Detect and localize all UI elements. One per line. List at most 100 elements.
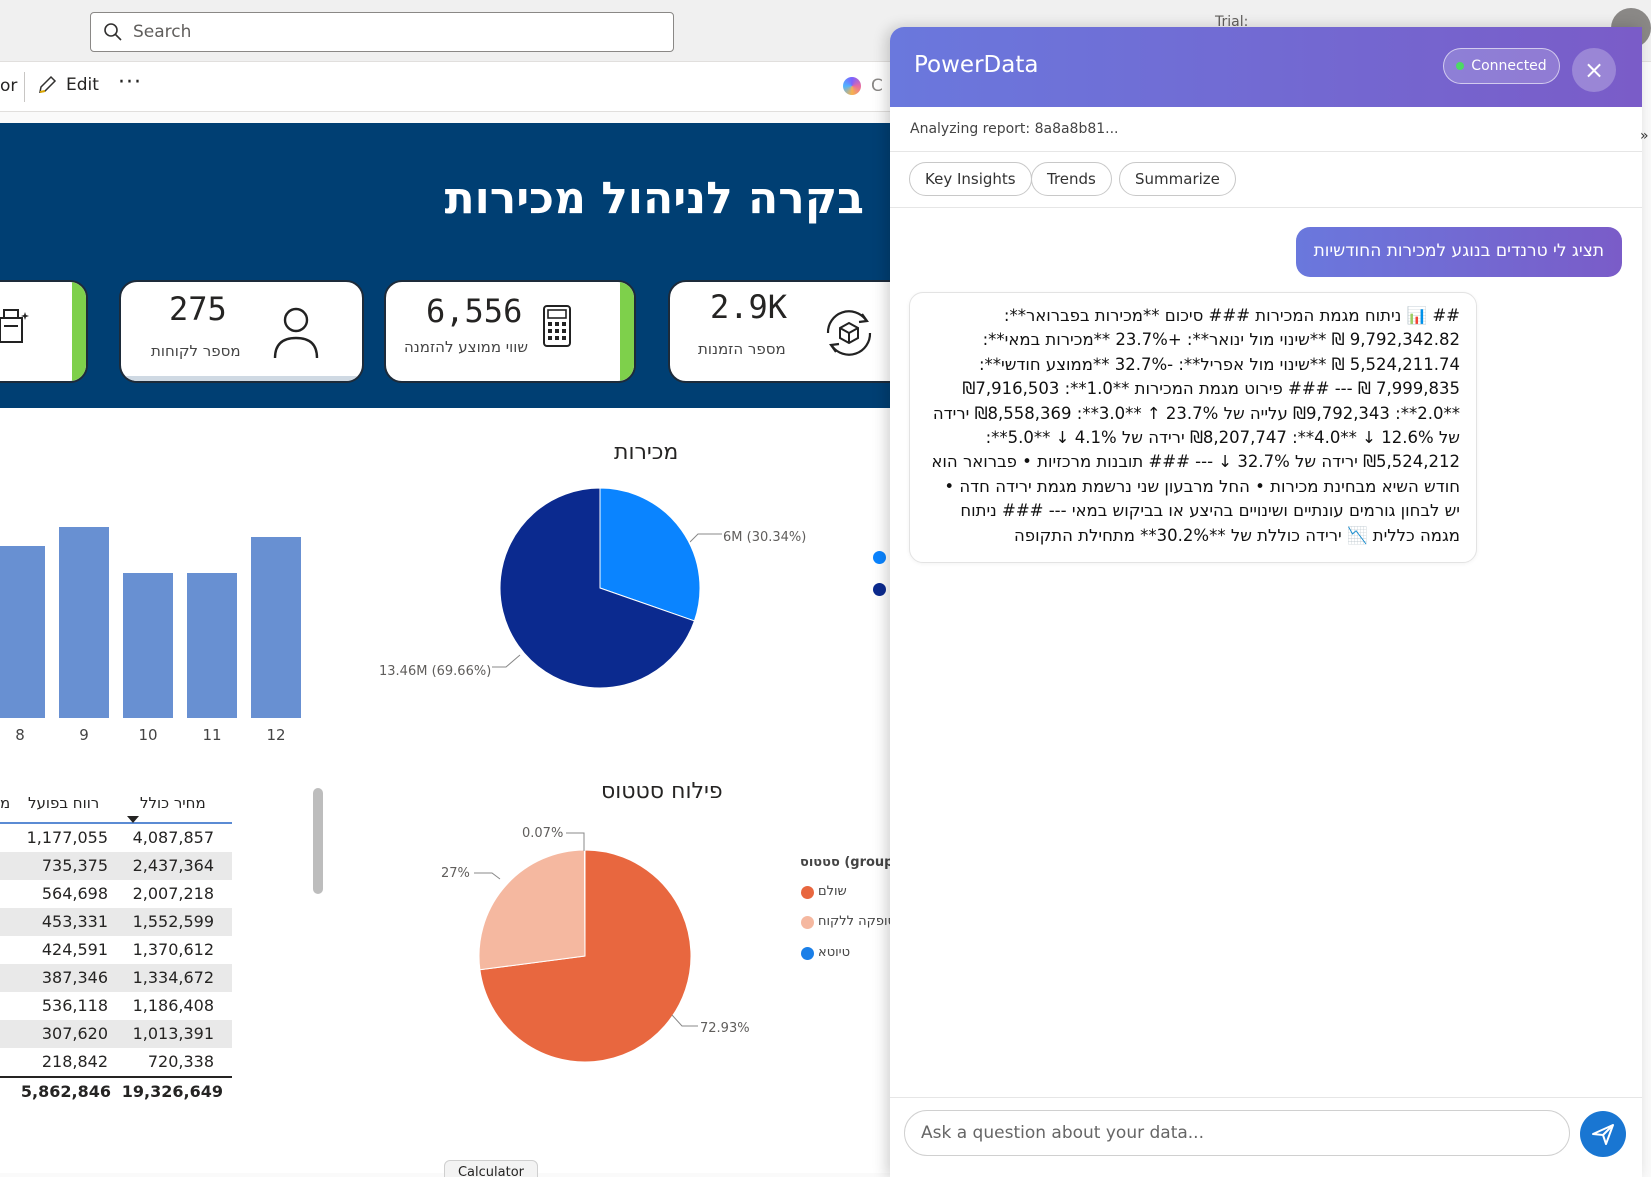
data-table: מ רווח בפועל מחיר כולל 1,177,055 4,087,85… [0, 788, 232, 1108]
table-body: 1,177,055 4,087,857 735,375 2,437,364 564,69… [0, 824, 232, 1108]
kpi-card-customers[interactable]: 275 מספר לקוחות [119, 280, 364, 383]
leader-line [492, 654, 521, 668]
truncated-menu-item[interactable]: or [0, 76, 17, 96]
bar-axis-label: 11 [202, 726, 222, 744]
bar-axis-label: 8 [15, 726, 25, 744]
status-slice-label-2: 27% [441, 866, 470, 881]
pencil-icon [39, 75, 57, 93]
total-price: 19,326,649 [121, 1082, 223, 1101]
column-header-total-price[interactable]: מחיר כולל [140, 794, 206, 812]
assistant-message: ## 📊 ניתוח מגמת המכירות ### סיכום **מכיר… [909, 292, 1477, 564]
calculator-icon [543, 305, 571, 347]
status-slice-label-3: 0.07% [522, 826, 564, 841]
bar-month-9[interactable] [59, 526, 109, 718]
report-toolbar: or Edit ··· C [0, 62, 900, 112]
search-box[interactable]: Search [90, 12, 674, 52]
person-icon [273, 307, 319, 359]
table-row[interactable]: 564,698 2,007,218 [0, 880, 232, 908]
search-placeholder: Search [133, 22, 192, 42]
legend-label-delivered[interactable]: סופקה ללקוח [818, 914, 890, 929]
table-row[interactable]: 453,331 1,552,599 [0, 908, 232, 936]
edit-button[interactable]: Edit [36, 74, 99, 96]
panel-header: PowerData Connected × [890, 27, 1642, 107]
report-title: בקרה לניהול מכירות [444, 173, 864, 224]
table-row[interactable]: 218,842 720,338 [0, 1048, 232, 1076]
legend-dot-paid[interactable] [801, 886, 814, 899]
chip-summarize[interactable]: Summarize [1119, 162, 1236, 196]
table-row[interactable]: 536,118 1,186,408 [0, 992, 232, 1020]
bar-month-8[interactable] [0, 545, 45, 718]
sort-descending-icon[interactable] [127, 816, 139, 823]
edit-label: Edit [66, 75, 99, 95]
bar-month-12[interactable] [251, 537, 301, 718]
column-header-partial[interactable]: מ [0, 794, 10, 812]
sales-slice-label-1: 6M (30.34%) [723, 530, 807, 545]
status-slice-label-1: 72.93% [700, 1021, 750, 1036]
chat-input[interactable]: Ask a question about your data... [904, 1110, 1570, 1156]
powerdata-panel: PowerData Connected × Analyzing report: … [890, 27, 1642, 1177]
search-icon [104, 23, 122, 41]
copilot-button[interactable]: C [843, 76, 883, 96]
status-pie-chart[interactable] [472, 843, 698, 1069]
chip-key-insights[interactable]: Key Insights [909, 162, 1032, 196]
bar-month-11[interactable] [187, 573, 237, 718]
send-icon [1592, 1124, 1614, 1145]
sales-slice-label-2: 13.46M (69.66%) [379, 664, 492, 679]
table-row[interactable]: 387,346 1,334,672 [0, 964, 232, 992]
cell-actual-profit: 218,842 [41, 1052, 108, 1071]
cell-actual-profit: 735,375 [41, 856, 108, 875]
column-header-actual-profit[interactable]: רווח בפועל [28, 794, 99, 812]
table-row[interactable]: 735,375 2,437,364 [0, 852, 232, 880]
chevron-right-icon[interactable]: » [1640, 128, 1649, 144]
cell-total-price: 1,370,612 [132, 940, 214, 959]
cell-actual-profit: 307,620 [41, 1024, 108, 1043]
copilot-icon [843, 77, 861, 95]
legend-dot-draft[interactable] [801, 947, 814, 960]
sales-chart-title: מכירות [614, 440, 679, 465]
quick-actions: Key Insights Trends Summarize [890, 152, 1642, 208]
cell-total-price: 2,007,218 [132, 884, 214, 903]
kpi-card-partial[interactable] [0, 280, 88, 383]
kpi-underline [121, 376, 362, 381]
kpi-card-avg-order[interactable]: 6,556 שווי ממוצע להזמנה [384, 280, 636, 383]
chip-trends[interactable]: Trends [1031, 162, 1112, 196]
leader-line [474, 872, 501, 880]
table-row[interactable]: 424,591 1,370,612 [0, 936, 232, 964]
report-canvas: בקרה לניהול מכירות 275 מספר לקוחות 6,556 [0, 123, 890, 1173]
legend-label-paid[interactable]: שולם [818, 884, 847, 899]
cell-actual-profit: 564,698 [41, 884, 108, 903]
table-scrollbar[interactable] [313, 788, 323, 894]
sales-pie-chart[interactable] [480, 468, 720, 708]
connection-status-badge: Connected [1443, 48, 1560, 84]
bar-axis-label: 10 [138, 726, 158, 744]
sales-legend-dot-2[interactable] [873, 583, 886, 596]
legend-dot-delivered[interactable] [801, 916, 814, 929]
bar-axis-label: 9 [79, 726, 89, 744]
panel-title: PowerData [914, 52, 1039, 78]
kpi-value: 2.9K [710, 288, 788, 326]
legend-label-draft[interactable]: טיוטא [818, 945, 850, 960]
table-row[interactable]: 307,620 1,013,391 [0, 1020, 232, 1048]
table-row[interactable]: 1,177,055 4,087,857 [0, 824, 232, 852]
bar-axis-label: 12 [266, 726, 286, 744]
status-legend-title: סטטוס (group [800, 855, 890, 870]
cell-actual-profit: 424,591 [41, 940, 108, 959]
connection-status-label: Connected [1471, 58, 1547, 74]
cell-actual-profit: 536,118 [41, 996, 108, 1015]
send-button[interactable] [1580, 1111, 1626, 1157]
cell-total-price: 1,334,672 [132, 968, 214, 987]
report-header: בקרה לניהול מכירות 275 מספר לקוחות 6,556 [0, 123, 890, 408]
toolbar-divider [24, 72, 25, 102]
sales-legend-dot-1[interactable] [873, 551, 886, 564]
cell-total-price: 4,087,857 [132, 828, 214, 847]
table-header: מ רווח בפועל מחיר כולל [0, 788, 232, 824]
cash-register-icon [0, 309, 29, 343]
calculator-tooltip: Calculator [444, 1160, 538, 1177]
kpi-card-orders[interactable]: 2.9K מספר הזמנות [668, 280, 890, 383]
kpi-value: 275 [169, 290, 227, 328]
close-button[interactable]: × [1572, 48, 1616, 92]
kpi-label: שווי ממוצע להזמנה [404, 338, 528, 356]
bar-month-10[interactable] [123, 573, 173, 718]
leader-line [671, 1014, 698, 1027]
more-options-button[interactable]: ··· [118, 70, 142, 95]
